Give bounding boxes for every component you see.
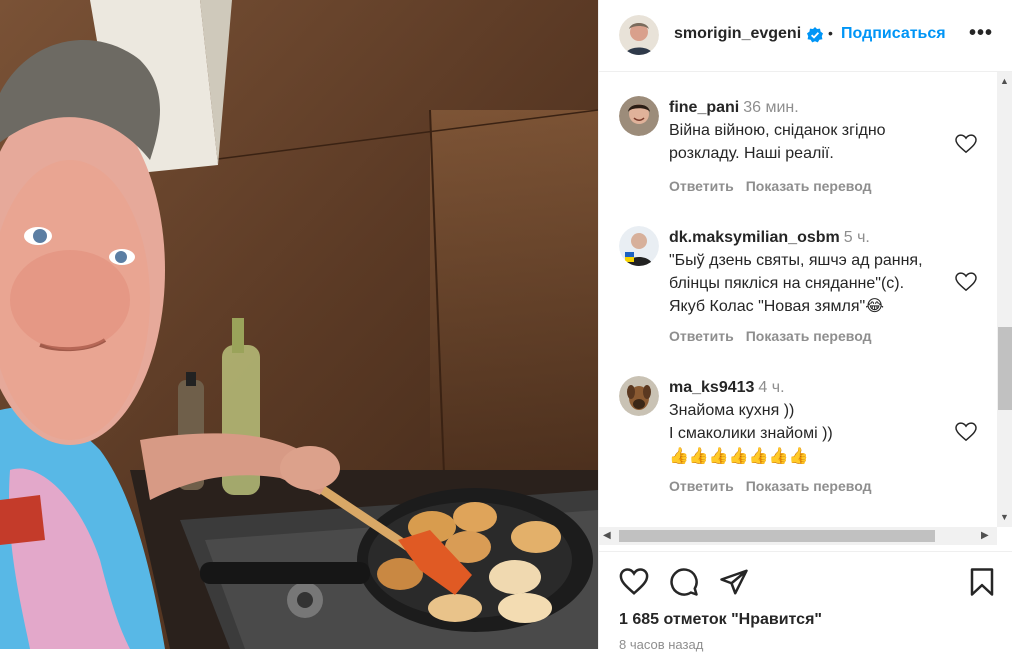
comment-actions: Ответить Показать перевод	[669, 328, 883, 344]
scroll-up-arrow-icon[interactable]: ▲	[1000, 76, 1009, 86]
horizontal-scroll-thumb[interactable]	[619, 530, 935, 542]
post-side-panel: smorigin_evgeni • Подписаться ••• fine_p…	[598, 0, 1012, 652]
follow-button[interactable]: Подписаться	[841, 25, 946, 43]
comment-text-block: fine_pani 36 мин. Війна війною, сніданок …	[669, 96, 944, 165]
author-username[interactable]: smorigin_evgeni	[674, 25, 801, 43]
comment-username[interactable]: ma_ks9413	[669, 379, 754, 396]
reply-button[interactable]: Ответить	[669, 328, 734, 344]
comment-like-heart-icon[interactable]	[955, 134, 977, 154]
comment-body: "Быў дзень святы, яшчэ ад рання, блінцы …	[669, 252, 923, 315]
comment-actions: Ответить Показать перевод	[669, 178, 883, 194]
heart-icon[interactable]	[619, 567, 649, 597]
scroll-down-arrow-icon[interactable]: ▼	[1000, 512, 1009, 522]
commenter-avatar[interactable]	[619, 226, 659, 266]
share-icon[interactable]	[719, 567, 749, 597]
commenter-avatar[interactable]	[619, 376, 659, 416]
post-header: smorigin_evgeni • Подписаться •••	[599, 0, 1012, 72]
comment-like-heart-icon[interactable]	[955, 422, 977, 442]
comment-body: Війна війною, сніданок згідно розкладу. …	[669, 122, 886, 162]
more-options-button[interactable]: •••	[969, 22, 993, 45]
comment-username[interactable]: dk.maksymilian_osbm	[669, 229, 840, 246]
reply-button[interactable]: Ответить	[669, 478, 734, 494]
comment-time[interactable]: 4 ч.	[758, 379, 784, 396]
separator-dot: •	[828, 25, 833, 41]
bookmark-icon[interactable]	[967, 567, 997, 597]
show-translation-button[interactable]: Показать перевод	[746, 328, 872, 344]
comment-time[interactable]: 5 ч.	[844, 229, 870, 246]
likes-count[interactable]: 1 685 отметок "Нравится"	[619, 611, 822, 629]
post-timestamp[interactable]: 8 часов назад	[619, 637, 703, 652]
comments-vertical-scrollbar[interactable]: ▲ ▼	[997, 72, 1012, 527]
comment-icon[interactable]	[669, 567, 699, 597]
comment-body-line: 👍👍👍👍👍👍👍	[669, 448, 809, 465]
show-translation-button[interactable]: Показать перевод	[746, 178, 872, 194]
comments-list[interactable]: fine_pani 36 мин. Війна війною, сніданок …	[599, 72, 997, 527]
comment-like-heart-icon[interactable]	[955, 272, 977, 292]
comment-username[interactable]: fine_pani	[669, 99, 739, 116]
commenter-avatar[interactable]	[619, 96, 659, 136]
comments-horizontal-scrollbar[interactable]: ◀ ▶	[599, 527, 997, 545]
author-avatar[interactable]	[619, 15, 659, 55]
post-photo-illustration	[0, 0, 598, 649]
verified-badge-icon	[807, 27, 823, 43]
post-action-bar: 1 685 отметок "Нравится" 8 часов назад	[599, 551, 1012, 652]
vertical-scroll-thumb[interactable]	[998, 327, 1012, 410]
comment-text-block: ma_ks9413 4 ч. Знайома кухня )) І смаколи…	[669, 376, 944, 468]
comment-body-line: Знайома кухня ))	[669, 402, 795, 419]
comment-time[interactable]: 36 мин.	[743, 99, 798, 116]
reply-button[interactable]: Ответить	[669, 178, 734, 194]
post-photo[interactable]	[0, 0, 598, 649]
comment-text-block: dk.maksymilian_osbm 5 ч. "Быў дзень святы…	[669, 226, 944, 318]
scroll-left-arrow-icon[interactable]: ◀	[603, 530, 611, 541]
comment-body-line: І смаколики знайомі ))	[669, 425, 833, 442]
scroll-right-arrow-icon[interactable]: ▶	[981, 530, 989, 541]
show-translation-button[interactable]: Показать перевод	[746, 478, 872, 494]
comment-actions: Ответить Показать перевод	[669, 478, 883, 494]
